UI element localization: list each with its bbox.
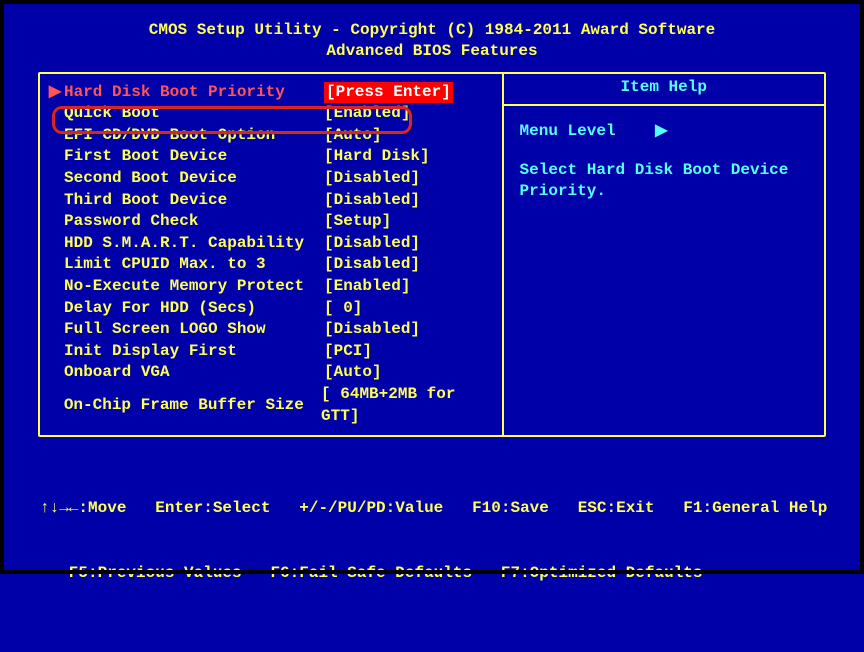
setting-value[interactable]: [Disabled]	[324, 233, 420, 255]
setting-row[interactable]: Full Screen LOGO Show[Disabled]	[40, 319, 502, 341]
header-line2: Advanced BIOS Features	[0, 41, 864, 62]
setting-row[interactable]: Limit CPUID Max. to 3[Disabled]	[40, 254, 502, 276]
setting-row[interactable]: EFI CD/DVD Boot Option[Auto]	[40, 125, 502, 147]
header: CMOS Setup Utility - Copyright (C) 1984-…	[0, 0, 864, 72]
main-frame: ▶Hard Disk Boot Priority[Press Enter]Qui…	[38, 72, 826, 438]
setting-label: Delay For HDD (Secs)	[64, 298, 324, 320]
setting-label: No-Execute Memory Protect	[64, 276, 324, 298]
setting-label: On-Chip Frame Buffer Size	[64, 395, 321, 417]
setting-label: HDD S.M.A.R.T. Capability	[64, 233, 324, 255]
setting-value[interactable]: [Enabled]	[324, 103, 410, 125]
help-text: Select Hard Disk Boot Device Priority.	[520, 160, 808, 203]
setting-row[interactable]: First Boot Device[Hard Disk]	[40, 146, 502, 168]
setting-value[interactable]: [Auto]	[324, 362, 382, 384]
setting-label: Quick Boot	[64, 103, 324, 125]
setting-value[interactable]: [ 0]	[324, 298, 362, 320]
help-title: Item Help	[504, 74, 824, 106]
setting-label: Password Check	[64, 211, 324, 233]
help-pane: Item Help Menu Level ▶ Select Hard Disk …	[502, 74, 824, 436]
setting-row[interactable]: No-Execute Memory Protect[Enabled]	[40, 276, 502, 298]
chevron-right-icon: ▶	[655, 120, 667, 140]
setting-value[interactable]: [ 64MB+2MB for GTT]	[321, 384, 502, 427]
setting-label: Onboard VGA	[64, 362, 324, 384]
setting-value[interactable]: [Auto]	[324, 125, 382, 147]
setting-value[interactable]: [Enabled]	[324, 276, 410, 298]
setting-label: Limit CPUID Max. to 3	[64, 254, 324, 276]
setting-row[interactable]: Third Boot Device[Disabled]	[40, 190, 502, 212]
setting-label: EFI CD/DVD Boot Option	[64, 125, 324, 147]
setting-row[interactable]: Init Display First[PCI]	[40, 341, 502, 363]
setting-row[interactable]: Delay For HDD (Secs)[ 0]	[40, 298, 502, 320]
setting-label: Third Boot Device	[64, 190, 324, 212]
row-pointer-icon: ▶	[46, 82, 64, 104]
setting-value[interactable]: [Disabled]	[324, 168, 420, 190]
setting-value[interactable]: [PCI]	[324, 341, 372, 363]
setting-value[interactable]: [Disabled]	[324, 190, 420, 212]
menu-level-label: Menu Level	[520, 122, 616, 140]
setting-value[interactable]: [Disabled]	[324, 254, 420, 276]
header-line1: CMOS Setup Utility - Copyright (C) 1984-…	[0, 20, 864, 41]
setting-row[interactable]: HDD S.M.A.R.T. Capability[Disabled]	[40, 233, 502, 255]
setting-row[interactable]: Onboard VGA[Auto]	[40, 362, 502, 384]
setting-row[interactable]: Second Boot Device[Disabled]	[40, 168, 502, 190]
setting-label: Hard Disk Boot Priority	[64, 82, 324, 104]
setting-value[interactable]: [Hard Disk]	[324, 146, 430, 168]
menu-level: Menu Level ▶	[520, 120, 808, 140]
setting-label: Init Display First	[64, 341, 324, 363]
footer-line1: ↑↓→←:Move Enter:Select +/-/PU/PD:Value F…	[40, 498, 824, 520]
setting-label: Full Screen LOGO Show	[64, 319, 324, 341]
setting-value[interactable]: [Press Enter]	[324, 82, 453, 104]
settings-pane: ▶Hard Disk Boot Priority[Press Enter]Qui…	[40, 74, 502, 436]
setting-value[interactable]: [Disabled]	[324, 319, 420, 341]
setting-row[interactable]: ▶Hard Disk Boot Priority[Press Enter]	[40, 82, 502, 104]
setting-value[interactable]: [Setup]	[324, 211, 391, 233]
setting-row[interactable]: Password Check[Setup]	[40, 211, 502, 233]
bios-screen: CMOS Setup Utility - Copyright (C) 1984-…	[0, 0, 864, 574]
setting-row[interactable]: Quick Boot[Enabled]	[40, 103, 502, 125]
setting-row[interactable]: On-Chip Frame Buffer Size[ 64MB+2MB for …	[40, 384, 502, 427]
setting-label: First Boot Device	[64, 146, 324, 168]
footer: ↑↓→←:Move Enter:Select +/-/PU/PD:Value F…	[0, 437, 864, 652]
setting-label: Second Boot Device	[64, 168, 324, 190]
